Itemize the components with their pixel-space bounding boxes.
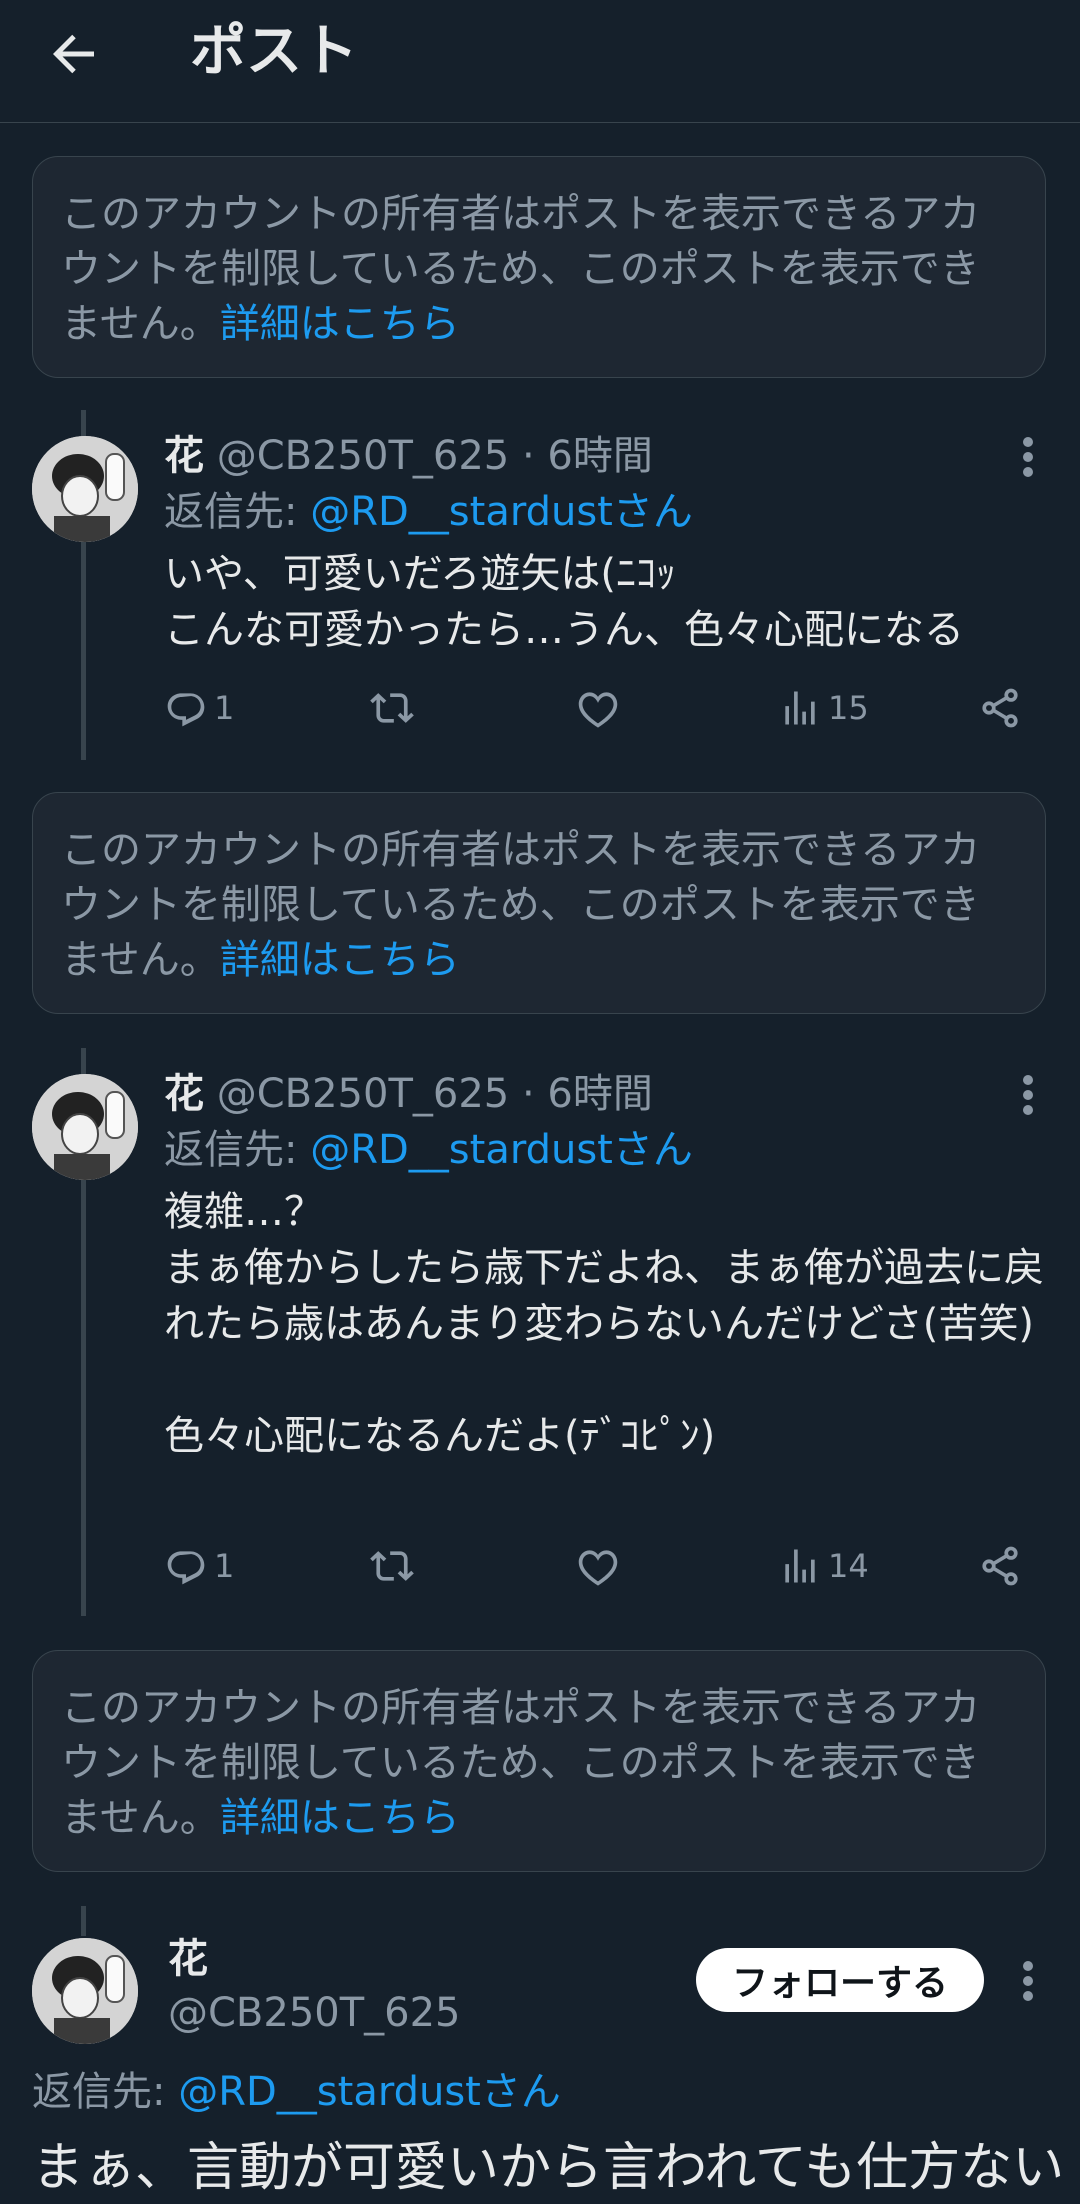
reply-icon [167, 1551, 205, 1585]
restricted-post-notice: このアカウントの所有者はポストを表示できるアカウントを制限しているため、このポス… [32, 1650, 1046, 1872]
restricted-notice-text: このアカウントの所有者はポストを表示できるアカウントを制限しているため、このポス… [61, 827, 981, 983]
user-handle[interactable]: @CB250T_625 [217, 433, 510, 479]
avatar[interactable] [32, 1074, 138, 1180]
tweet-header: 花 @CB250T_625 · 6時間 [164, 428, 653, 484]
reply-prefix: 返信先: [164, 1127, 311, 1173]
reply-prefix: 返信先: [32, 2069, 179, 2115]
tweet-text: いや、可愛いだろ遊矢は(ﾆｺｯ こんな可愛かったら…うん、色々心配になる [164, 551, 964, 653]
views-icon [785, 1549, 815, 1583]
learn-more-link[interactable]: 詳細はこちら [220, 301, 460, 347]
learn-more-link[interactable]: 詳細はこちら [220, 937, 460, 983]
reply-context: 返信先: @RD__stardustさん [164, 484, 693, 540]
like-icon [578, 1550, 618, 1586]
retweet-icon [370, 693, 414, 723]
retweet-icon [370, 1551, 414, 1581]
focused-display-name[interactable]: 花 [168, 1932, 208, 1986]
share-button[interactable] [978, 678, 1022, 738]
reply-mention-link[interactable]: @RD__stardustさん [178, 2069, 561, 2115]
more-icon[interactable] [1008, 432, 1048, 482]
reply-context: 返信先: @RD__stardustさん [164, 1122, 693, 1178]
thread-line [81, 1906, 86, 1936]
like-icon [578, 692, 618, 728]
restricted-post-notice: このアカウントの所有者はポストを表示できるアカウントを制限しているため、このポス… [32, 156, 1046, 378]
share-icon [982, 1546, 1018, 1586]
restricted-notice-text: このアカウントの所有者はポストを表示できるアカウントを制限しているため、このポス… [61, 1685, 981, 1841]
reply-mention-link[interactable]: @RD__stardustさん [310, 489, 693, 535]
focused-reply-context: 返信先: @RD__stardustさん [32, 2064, 561, 2120]
share-icon [982, 688, 1018, 728]
tweet-text: 複雑…？ まぁ俺からしたら歳下だよね、まぁ俺が過去に戻れたら歳はあんまり変わらな… [164, 1189, 1044, 1459]
reply-button[interactable]: 1 [164, 678, 234, 738]
tweet-header: 花 @CB250T_625 · 6時間 [164, 1066, 653, 1122]
avatar[interactable] [32, 1938, 138, 2044]
timestamp[interactable]: 6時間 [547, 1071, 652, 1117]
like-button[interactable] [576, 678, 620, 738]
timestamp[interactable]: 6時間 [547, 433, 652, 479]
more-icon[interactable] [1008, 1070, 1048, 1120]
retweet-button[interactable] [370, 678, 414, 738]
reply-mention-link[interactable]: @RD__stardustさん [310, 1127, 693, 1173]
follow-button[interactable]: フォローする [696, 1948, 984, 2012]
user-handle[interactable]: @CB250T_625 [217, 1071, 510, 1117]
views-icon [785, 691, 815, 725]
views-button[interactable]: 15 [778, 678, 869, 738]
display-name[interactable]: 花 [164, 1071, 204, 1117]
focused-post-text: まぁ、言動が可愛いから言われても仕方ない [32, 2138, 1065, 2198]
reply-button[interactable]: 1 [164, 1536, 234, 1596]
reply-count: 1 [214, 689, 235, 727]
focused-user-handle[interactable]: @CB250T_625 [168, 1986, 461, 2040]
tweet-actions: 1 15 [164, 678, 1044, 738]
tweet-actions: 1 14 [164, 1536, 1044, 1596]
top-bar: ポスト [0, 0, 1080, 123]
back-arrow-icon[interactable] [44, 24, 104, 84]
view-count: 14 [828, 1547, 869, 1585]
views-button[interactable]: 14 [778, 1536, 869, 1596]
separator-dot: · [521, 433, 535, 479]
reply-prefix: 返信先: [164, 489, 311, 535]
learn-more-link[interactable]: 詳細はこちら [220, 1795, 460, 1841]
view-count: 15 [828, 689, 869, 727]
separator-dot: · [521, 1071, 535, 1117]
like-button[interactable] [576, 1536, 620, 1596]
more-icon[interactable] [1008, 1956, 1048, 2006]
display-name[interactable]: 花 [164, 433, 204, 479]
restricted-notice-text: このアカウントの所有者はポストを表示できるアカウントを制限しているため、このポス… [61, 191, 981, 347]
page-title: ポスト [190, 19, 358, 84]
share-button[interactable] [978, 1536, 1022, 1596]
retweet-button[interactable] [370, 1536, 414, 1596]
restricted-post-notice: このアカウントの所有者はポストを表示できるアカウントを制限しているため、このポス… [32, 792, 1046, 1014]
reply-icon [167, 693, 205, 727]
avatar[interactable] [32, 436, 138, 542]
reply-count: 1 [214, 1547, 235, 1585]
